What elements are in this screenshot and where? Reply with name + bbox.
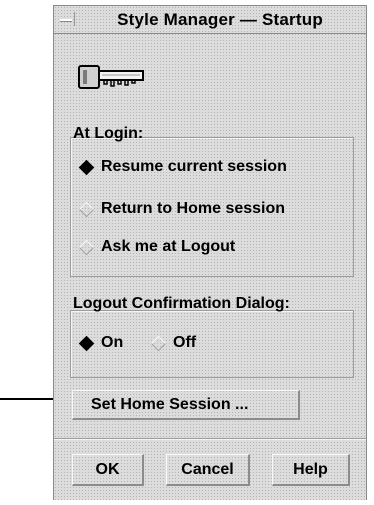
cancel-button[interactable]: Cancel (166, 454, 250, 486)
radio-label: Return to Home session (101, 200, 286, 217)
logout-confirmation-title: Logout Confirmation Dialog: (73, 295, 290, 312)
at-login-group: At Login: Resume current session Return … (70, 125, 354, 277)
set-home-session-button[interactable]: Set Home Session ... (72, 390, 300, 420)
logout-confirmation-group: Logout Confirmation Dialog: On Off (70, 295, 354, 378)
radio-unselected-icon (150, 335, 167, 351)
title-bar: Style Manager — Startup (54, 6, 366, 34)
radio-return-home-session[interactable]: Return to Home session (78, 200, 286, 218)
radio-confirm-on[interactable]: On (78, 334, 124, 352)
radio-label: Resume current session (101, 158, 287, 175)
radio-ask-at-logout[interactable]: Ask me at Logout (78, 238, 236, 256)
style-manager-window: Style Manager — Startup At Login: Resume… (53, 5, 367, 500)
radio-confirm-off[interactable]: Off (150, 334, 197, 352)
radio-unselected-icon (78, 201, 95, 217)
window-title: Style Manager — Startup (117, 10, 323, 29)
radio-unselected-icon (78, 239, 95, 255)
radio-label: Ask me at Logout (101, 238, 236, 255)
at-login-title: At Login: (73, 125, 144, 142)
help-button[interactable]: Help (272, 454, 350, 486)
radio-label: On (101, 334, 124, 351)
radio-selected-icon (78, 159, 95, 175)
separator (54, 438, 366, 440)
radio-selected-icon (78, 335, 95, 351)
radio-label: Off (173, 334, 197, 351)
window-menu-icon[interactable] (58, 12, 75, 26)
radio-resume-session[interactable]: Resume current session (78, 158, 287, 176)
ok-button[interactable]: OK (72, 454, 144, 486)
key-icon (78, 65, 144, 89)
